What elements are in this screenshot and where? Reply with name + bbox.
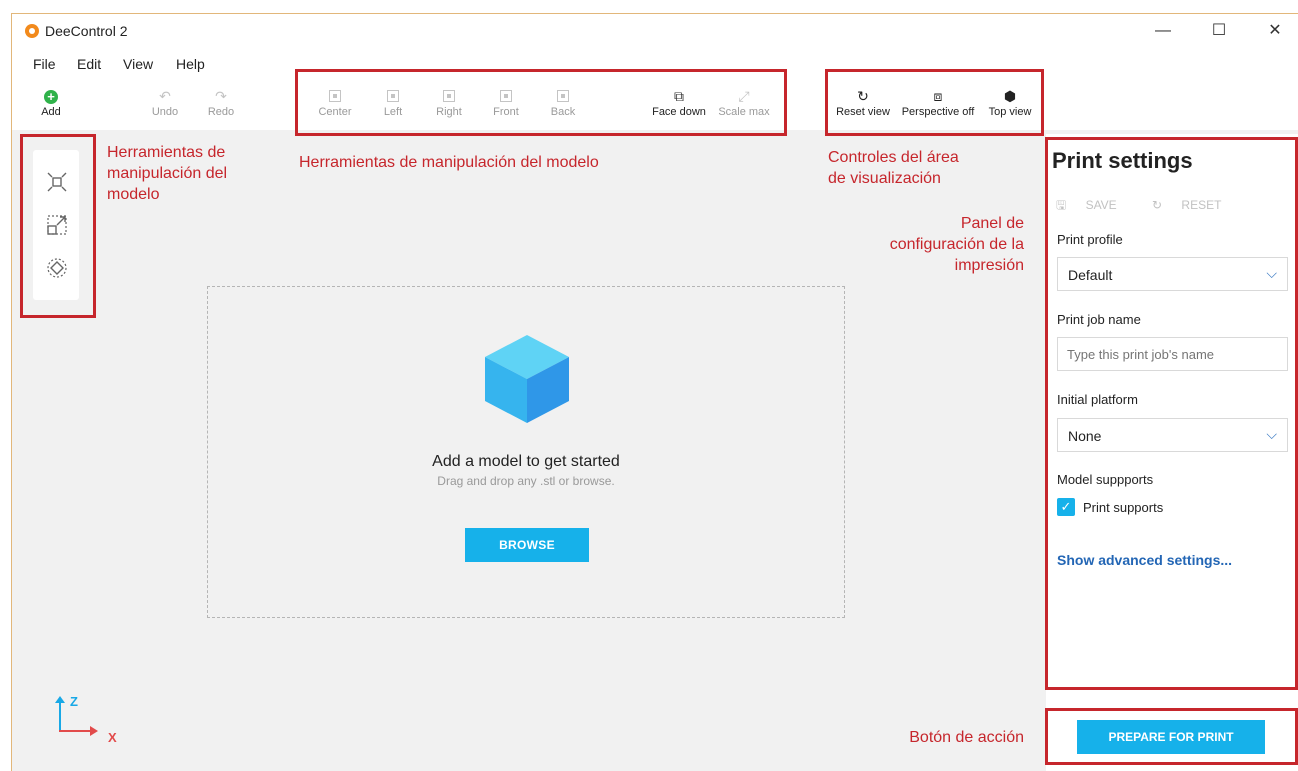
maximize-button[interactable]: ☐ [1201,18,1237,44]
annotation-box-action [1045,708,1298,765]
add-button[interactable]: + Add [38,86,64,119]
annotation-box-print-settings [1045,137,1298,690]
browse-button[interactable]: BROWSE [465,528,589,562]
annotation-left-tools: Herramientas de manipulación del modelo [107,142,227,205]
axis-z-label: Z [70,694,78,709]
minimize-button[interactable]: — [1145,18,1181,44]
annotation-top-tools: Herramientas de manipulación del modelo [299,154,599,171]
undo-label: Undo [151,106,179,118]
redo-icon: ↷ [215,88,227,104]
redo-label: Redo [207,106,235,118]
dropzone-subtitle: Drag and drop any .stl or browse. [437,474,615,488]
axis-x-label: X [108,730,117,745]
annotation-print-panel: Panel de configuración de la impresión [824,213,1024,276]
annotation-view-controls: Controles del área de visualización [828,147,959,189]
add-label: Add [41,106,61,118]
annotation-view-controls-line2: de visualización [828,170,941,187]
app-logo-icon [25,24,39,38]
app-title: DeeControl 2 [45,23,128,39]
annotation-action: Botón de acción [909,729,1024,746]
annotation-print-panel-line1: Panel de [960,215,1024,232]
annotation-left-tools-line2: manipulación del [107,165,228,182]
menu-view[interactable]: View [123,56,153,72]
annotation-box-top-tools [295,69,787,136]
annotation-left-tools-line1: Herramientas de [107,144,226,161]
annotation-box-left-tools [20,134,96,318]
add-icon: + [44,90,58,104]
annotation-print-panel-line3: impresión [954,257,1024,274]
annotation-print-panel-line2: configuración de la [889,236,1024,253]
annotation-view-controls-line1: Controles del área [828,149,959,166]
app-window: DeeControl 2 — ☐ ✕ File Edit View Help +… [12,14,1298,771]
menu-help[interactable]: Help [176,56,205,72]
menu-edit[interactable]: Edit [77,56,101,72]
title-bar: DeeControl 2 — ☐ ✕ [12,14,1298,48]
cube-illustration-icon [485,335,569,423]
close-button[interactable]: ✕ [1257,18,1293,44]
model-dropzone[interactable]: Add a model to get started Drag and drop… [207,286,845,618]
undo-button[interactable]: ↶ Undo [150,86,180,118]
annotation-box-view-controls [825,69,1044,136]
dropzone-title: Add a model to get started [432,453,620,470]
axis-indicator-icon [55,696,98,736]
undo-icon: ↶ [159,88,171,104]
redo-button[interactable]: ↷ Redo [206,86,236,118]
annotation-left-tools-line3: modelo [107,186,160,203]
menu-file[interactable]: File [33,56,56,72]
